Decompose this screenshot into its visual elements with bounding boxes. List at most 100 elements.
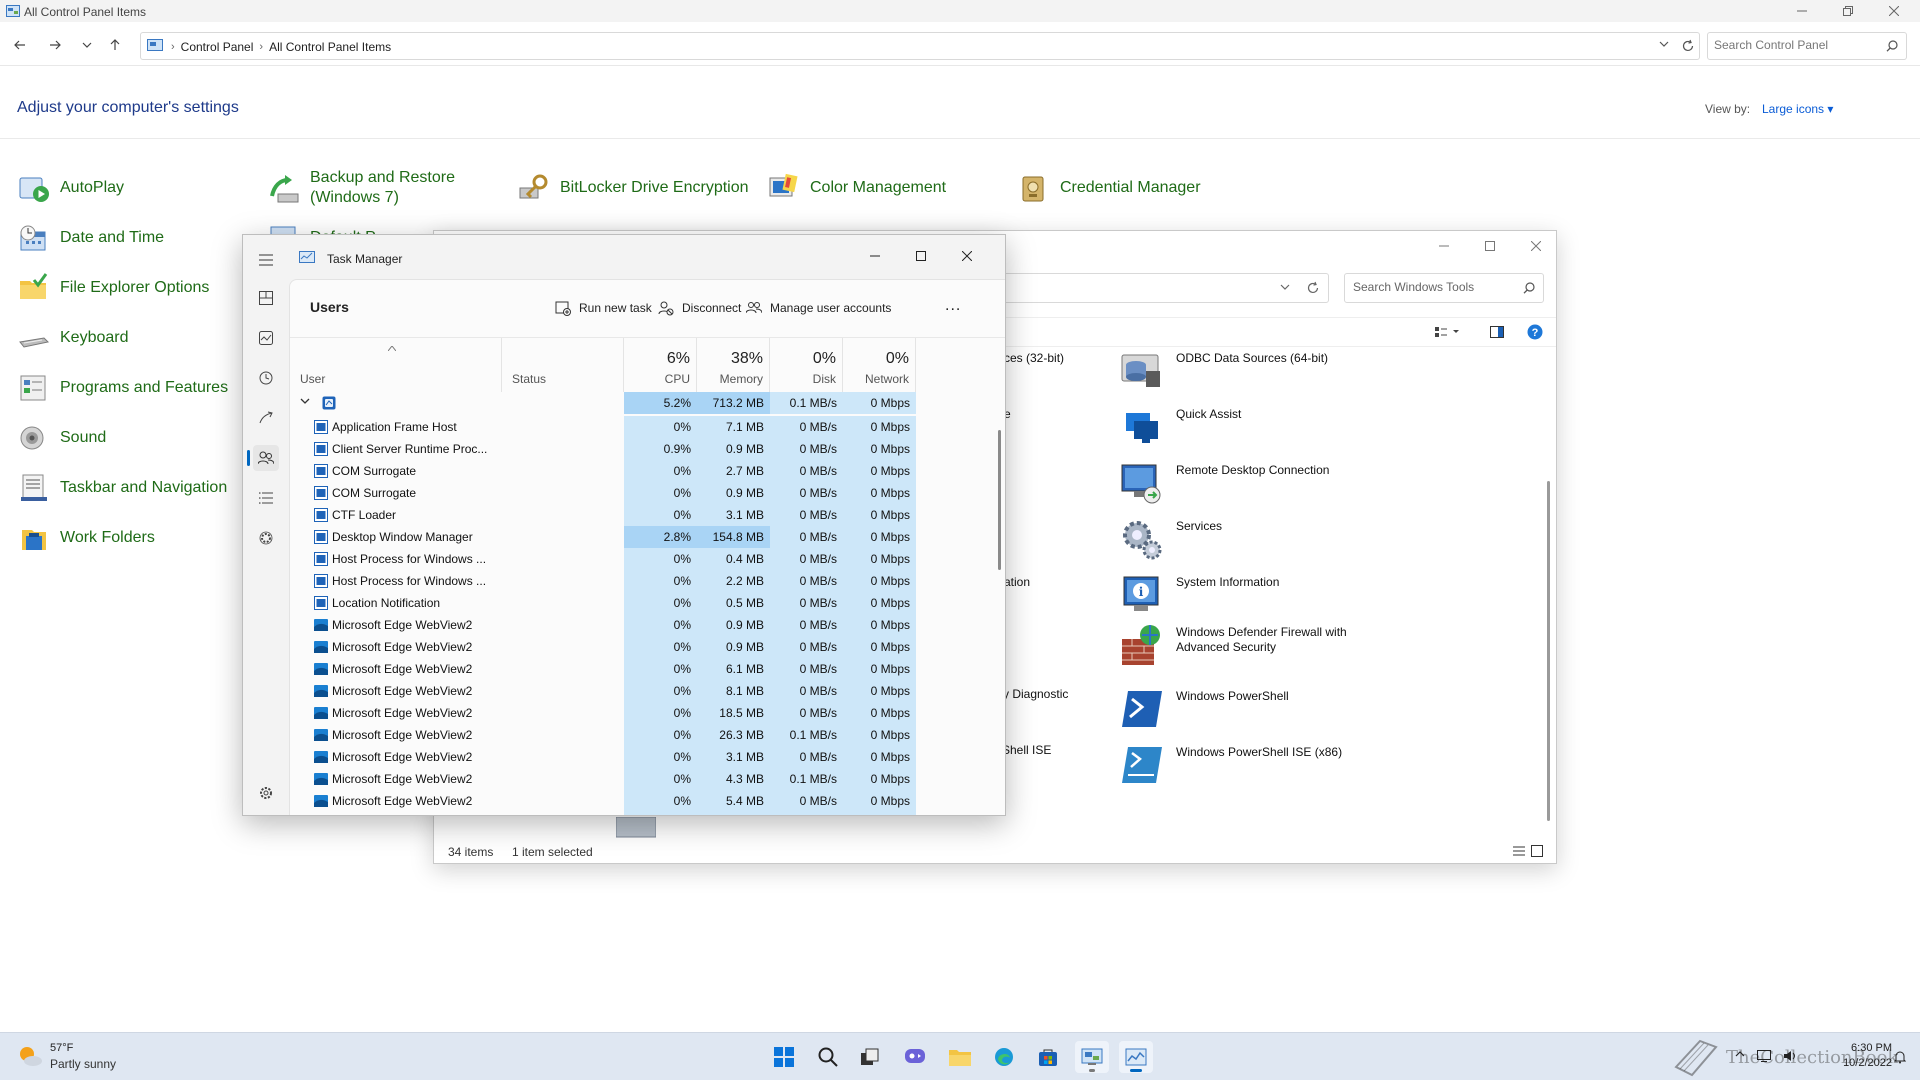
search-input[interactable] [1353, 280, 1513, 294]
startup-apps-icon[interactable] [253, 405, 279, 431]
table-row[interactable]: Microsoft Edge WebView2 0% 0.9 MB 0 MB/s 0 M… [290, 636, 990, 658]
table-row[interactable]: COM Surrogate 0% 2.7 MB 0 MB/s 0 Mbps [290, 460, 990, 482]
services-icon[interactable] [253, 525, 279, 551]
settings-icon[interactable] [253, 780, 279, 806]
breadcrumb-control-panel[interactable]: Control Panel [181, 40, 254, 54]
table-row[interactable]: Application Frame Host 0% 7.1 MB 0 MB/s 0 Mb… [290, 416, 990, 438]
performance-icon[interactable] [253, 325, 279, 351]
volume-icon[interactable] [1783, 1050, 1797, 1062]
store-button[interactable] [1031, 1041, 1065, 1073]
up-button[interactable] [105, 36, 125, 54]
column-header-memory[interactable]: 38% Memory [697, 338, 770, 392]
restore-button[interactable] [1826, 0, 1870, 22]
task-manager-button[interactable] [1119, 1041, 1153, 1073]
table-row[interactable]: Client Server Runtime Proc... 0.9% 0.9 MB 0… [290, 438, 990, 460]
app-history-icon[interactable] [253, 365, 279, 391]
wt-item-system-information[interactable]: i System Information [1120, 573, 1356, 617]
back-button[interactable] [10, 36, 30, 54]
weather-temperature[interactable]: 57°F [50, 1042, 73, 1054]
large-icons-view-icon[interactable] [1531, 845, 1543, 857]
help-icon[interactable]: ? [1527, 324, 1543, 340]
clock-date[interactable]: 10/2/2022 [1820, 1057, 1892, 1069]
cp-item-work-folders[interactable]: Work Folders [18, 522, 155, 554]
disconnect-button[interactable]: Disconnect [658, 294, 741, 322]
view-options-icon[interactable] [1435, 326, 1461, 338]
table-row[interactable]: Microsoft Edge WebView2 0% 3.1 MB 0 MB/s 0 M… [290, 746, 990, 768]
chevron-down-icon[interactable] [300, 397, 310, 405]
chevron-down-icon[interactable] [1659, 40, 1669, 48]
list-item-label[interactable]: ces (32-bit) [1004, 351, 1064, 365]
user-group-row[interactable]: 5.2% 713.2 MB 0.1 MB/s 0 Mbps [290, 392, 990, 414]
list-item-label[interactable]: ry Diagnostic [999, 687, 1068, 701]
refresh-icon[interactable] [1306, 281, 1320, 295]
cp-item-date-time[interactable]: Date and Time [18, 222, 164, 254]
address-bar[interactable] [994, 273, 1329, 303]
chevron-down-icon[interactable] [1280, 283, 1290, 291]
table-row[interactable]: Microsoft Edge WebView2 0% 0.9 MB 0 MB/s 0 M… [290, 614, 990, 636]
wt-item-firewall[interactable]: Windows Defender Firewall with Advanced … [1120, 623, 1356, 667]
file-explorer-button[interactable] [943, 1041, 977, 1073]
view-by-dropdown[interactable]: Large icons ▾ [1762, 102, 1833, 116]
maximize-button[interactable] [899, 245, 943, 267]
edge-button[interactable] [987, 1041, 1021, 1073]
table-row[interactable]: Location Notification 0% 0.5 MB 0 MB/s 0 Mbp… [290, 592, 990, 614]
search-box[interactable] [1707, 32, 1907, 60]
close-button[interactable] [945, 245, 989, 267]
column-header-disk[interactable]: 0% Disk [770, 338, 843, 392]
search-button[interactable] [811, 1041, 845, 1073]
users-icon[interactable] [253, 445, 279, 471]
cp-item-autoplay[interactable]: AutoPlay [18, 172, 124, 204]
scrollbar[interactable] [1547, 481, 1550, 821]
table-row[interactable]: Microsoft Edge WebView2 0% 6.1 MB 0 MB/s 0 M… [290, 658, 990, 680]
cp-item-bitlocker[interactable]: BitLocker Drive Encryption [518, 172, 749, 204]
notification-icon[interactable] [1894, 1050, 1906, 1064]
clock-time[interactable]: 6:30 PM [1820, 1042, 1892, 1054]
column-header-cpu[interactable]: 6% CPU [624, 338, 697, 392]
close-button[interactable] [1514, 235, 1558, 257]
wt-item-powershell-ise[interactable]: Windows PowerShell ISE (x86) [1120, 743, 1356, 787]
cp-item-taskbar-navigation[interactable]: Taskbar and Navigation [18, 472, 227, 504]
minimize-button[interactable] [853, 245, 897, 267]
more-options-button[interactable]: ... [945, 292, 961, 320]
partly-sunny-icon[interactable] [18, 1045, 42, 1067]
search-box[interactable] [1344, 273, 1544, 303]
table-row[interactable]: Microsoft Edge WebView2 0% 26.3 MB 0.1 MB/s… [290, 724, 990, 746]
start-button[interactable] [767, 1041, 801, 1073]
weather-condition[interactable]: Partly sunny [50, 1057, 116, 1071]
table-row[interactable]: Host Process for Windows ... 0% 2.2 MB 0 MB… [290, 570, 990, 592]
details-view-icon[interactable] [1513, 846, 1525, 856]
close-button[interactable] [1872, 0, 1916, 22]
recent-locations-button[interactable] [77, 36, 97, 54]
forward-button[interactable] [45, 36, 65, 54]
table-row[interactable]: COM Surrogate 0% 0.9 MB 0 MB/s 0 Mbps [290, 482, 990, 504]
minimize-button[interactable] [1780, 0, 1824, 22]
wt-item-services[interactable]: Services [1120, 517, 1356, 561]
cp-item-color-management[interactable]: Color Management [768, 172, 946, 204]
cp-item-file-explorer-options[interactable]: File Explorer Options [18, 272, 209, 304]
breadcrumb-all-items[interactable]: All Control Panel Items [269, 40, 391, 54]
cp-item-keyboard[interactable]: Keyboard [18, 322, 129, 354]
wt-item-powershell[interactable]: Windows PowerShell [1120, 687, 1356, 731]
cp-item-sound[interactable]: Sound [18, 422, 106, 454]
details-icon[interactable] [253, 485, 279, 511]
refresh-icon[interactable] [1681, 39, 1695, 53]
display-icon[interactable] [1757, 1050, 1771, 1062]
task-view-button[interactable] [853, 1041, 887, 1073]
control-panel-button[interactable] [1075, 1041, 1109, 1073]
table-row[interactable]: Microsoft Edge WebView2 0% 8.1 MB 0 MB/s 0 M… [290, 680, 990, 702]
table-row[interactable]: Microsoft Edge WebView2 0% 4.3 MB 0.1 MB/s 0… [290, 768, 990, 790]
manage-user-accounts-button[interactable]: Manage user accounts [746, 294, 891, 322]
table-row[interactable]: Microsoft Edge WebView2 0% 18.5 MB 0 MB/s 0 … [290, 702, 990, 724]
wt-item-quick-assist[interactable]: Quick Assist [1120, 405, 1356, 449]
table-row[interactable]: Microsoft Edge WebView20%2.8 MB0 MB/s0 M… [290, 812, 990, 815]
column-header-network[interactable]: 0% Network [843, 338, 916, 392]
table-row[interactable]: Host Process for Windows ... 0% 0.4 MB 0 MB… [290, 548, 990, 570]
table-row[interactable]: Desktop Window Manager 2.8% 154.8 MB 0 MB/s… [290, 526, 990, 548]
cp-item-backup-restore[interactable]: Backup and Restore (Windows 7) [268, 168, 460, 208]
table-row[interactable]: CTF Loader 0% 3.1 MB 0 MB/s 0 Mbps [290, 504, 990, 526]
address-bar[interactable]: › Control Panel › All Control Panel Item… [140, 32, 1700, 60]
wt-item-remote-desktop[interactable]: Remote Desktop Connection [1120, 461, 1356, 505]
minimize-button[interactable] [1422, 235, 1466, 257]
maximize-button[interactable] [1468, 235, 1512, 257]
run-new-task-button[interactable]: Run new task [555, 294, 652, 322]
